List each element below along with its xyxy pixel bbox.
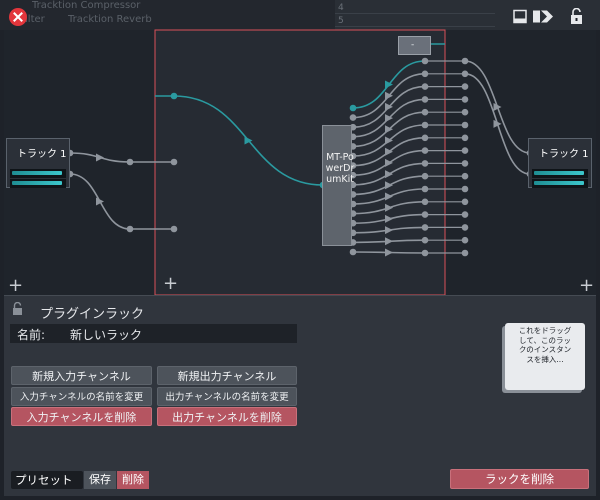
column-pin-1 [421,57,429,65]
delete-input-channel-button[interactable]: 入力チャンネルを削除 [11,407,152,426]
outer-pin-5 [461,108,469,116]
save-preset-button[interactable]: 保存 [84,471,116,489]
rack-drag-hint: これをドラッグして、このラックのインスタンスを挿入... [518,326,572,364]
column-pin-16 [421,249,429,257]
add-plugin-center-icon[interactable]: + [163,275,178,293]
column-pin-10 [421,172,429,180]
column-pin-14 [421,224,429,231]
delete-output-channel-button[interactable]: 出力チャンネルを削除 [157,407,297,426]
rack-output-box[interactable]: トラック 1 [528,138,592,188]
column-pin-2 [421,70,429,78]
outer-pin-8 [461,147,469,154]
outer-pin-14 [461,224,469,231]
column-pin-5 [421,108,429,116]
new-input-channel-button[interactable]: 新規入力チャンネル [11,366,152,385]
output-meter-1 [532,169,588,178]
lock-icon[interactable] [570,8,583,25]
preset-selector[interactable]: プリセット [11,471,83,489]
plugin-block[interactable]: MT-PowerDrumKit [322,125,355,246]
add-plugin-left-icon[interactable]: + [8,277,23,295]
teal-pin-1 [170,92,178,100]
close-icon[interactable] [9,8,27,26]
column-pin-6 [421,121,429,129]
rename-input-channel-button[interactable]: 入力チャンネルの名前を変更 [11,387,152,406]
rack-output-title: トラック 1 [539,149,589,160]
rack-input-box[interactable]: トラック 1 [6,138,70,188]
rename-output-channel-button[interactable]: 出力チャンネルの名前を変更 [157,387,297,406]
delete-rack-button[interactable]: ラックを削除 [450,469,589,489]
column-pin-8 [421,147,429,154]
column-pin-13 [421,211,429,218]
outer-pin-1 [461,57,469,65]
outer-pin-2 [461,70,469,78]
outer-pin-9 [461,160,469,167]
column-pin-4 [421,96,429,103]
outer-pin-10 [461,172,469,180]
column-pin-15 [421,236,429,244]
outer-pin-6 [461,121,469,129]
rack-name-value[interactable]: 新しいラック [70,326,142,343]
node-pin-1 [126,158,134,166]
window-icon[interactable] [513,9,527,24]
panel-title: プラグインラック [40,307,145,322]
node-pin-3 [170,158,178,166]
rack-name-field[interactable] [10,324,297,343]
node-pin-2 [126,225,134,233]
outer-pin-7 [461,134,469,142]
column-pin-3 [421,83,429,90]
outer-pin-15 [461,236,469,244]
rack-input-title: トラック 1 [17,149,67,160]
rack-graph [4,29,596,296]
outer-pin-13 [461,211,469,218]
outer-pin-11 [461,185,469,193]
outer-pin-4 [461,96,469,103]
outer-pin-3 [461,83,469,90]
plugin-name: MT-PowerDrumKit [325,152,355,185]
column-pin-11 [421,185,429,193]
plugin-output-pin-16 [349,248,357,256]
outer-pin-16 [461,249,469,257]
delete-preset-button[interactable]: 削除 [117,471,149,489]
rack-name-label: 名前: [17,328,46,342]
plugin-output-pin-2 [349,114,357,121]
add-plugin-right-icon[interactable]: + [579,277,594,295]
plugin-output-pin-1 [349,104,357,112]
column-pin-7 [421,134,429,142]
column-pin-9 [421,160,429,167]
panel-lock-icon[interactable] [12,302,23,316]
outer-pin-12 [461,198,469,206]
gain-plugin-block[interactable]: - [398,36,431,55]
node-pin-4 [170,225,178,233]
expand-icon[interactable] [533,9,557,24]
input-meter-2 [10,179,66,188]
new-output-channel-button[interactable]: 新規出力チャンネル [157,366,297,385]
gain-plugin-label: - [411,40,415,50]
column-pin-12 [421,198,429,206]
output-meter-2 [532,179,588,188]
input-meter-1 [10,169,66,178]
